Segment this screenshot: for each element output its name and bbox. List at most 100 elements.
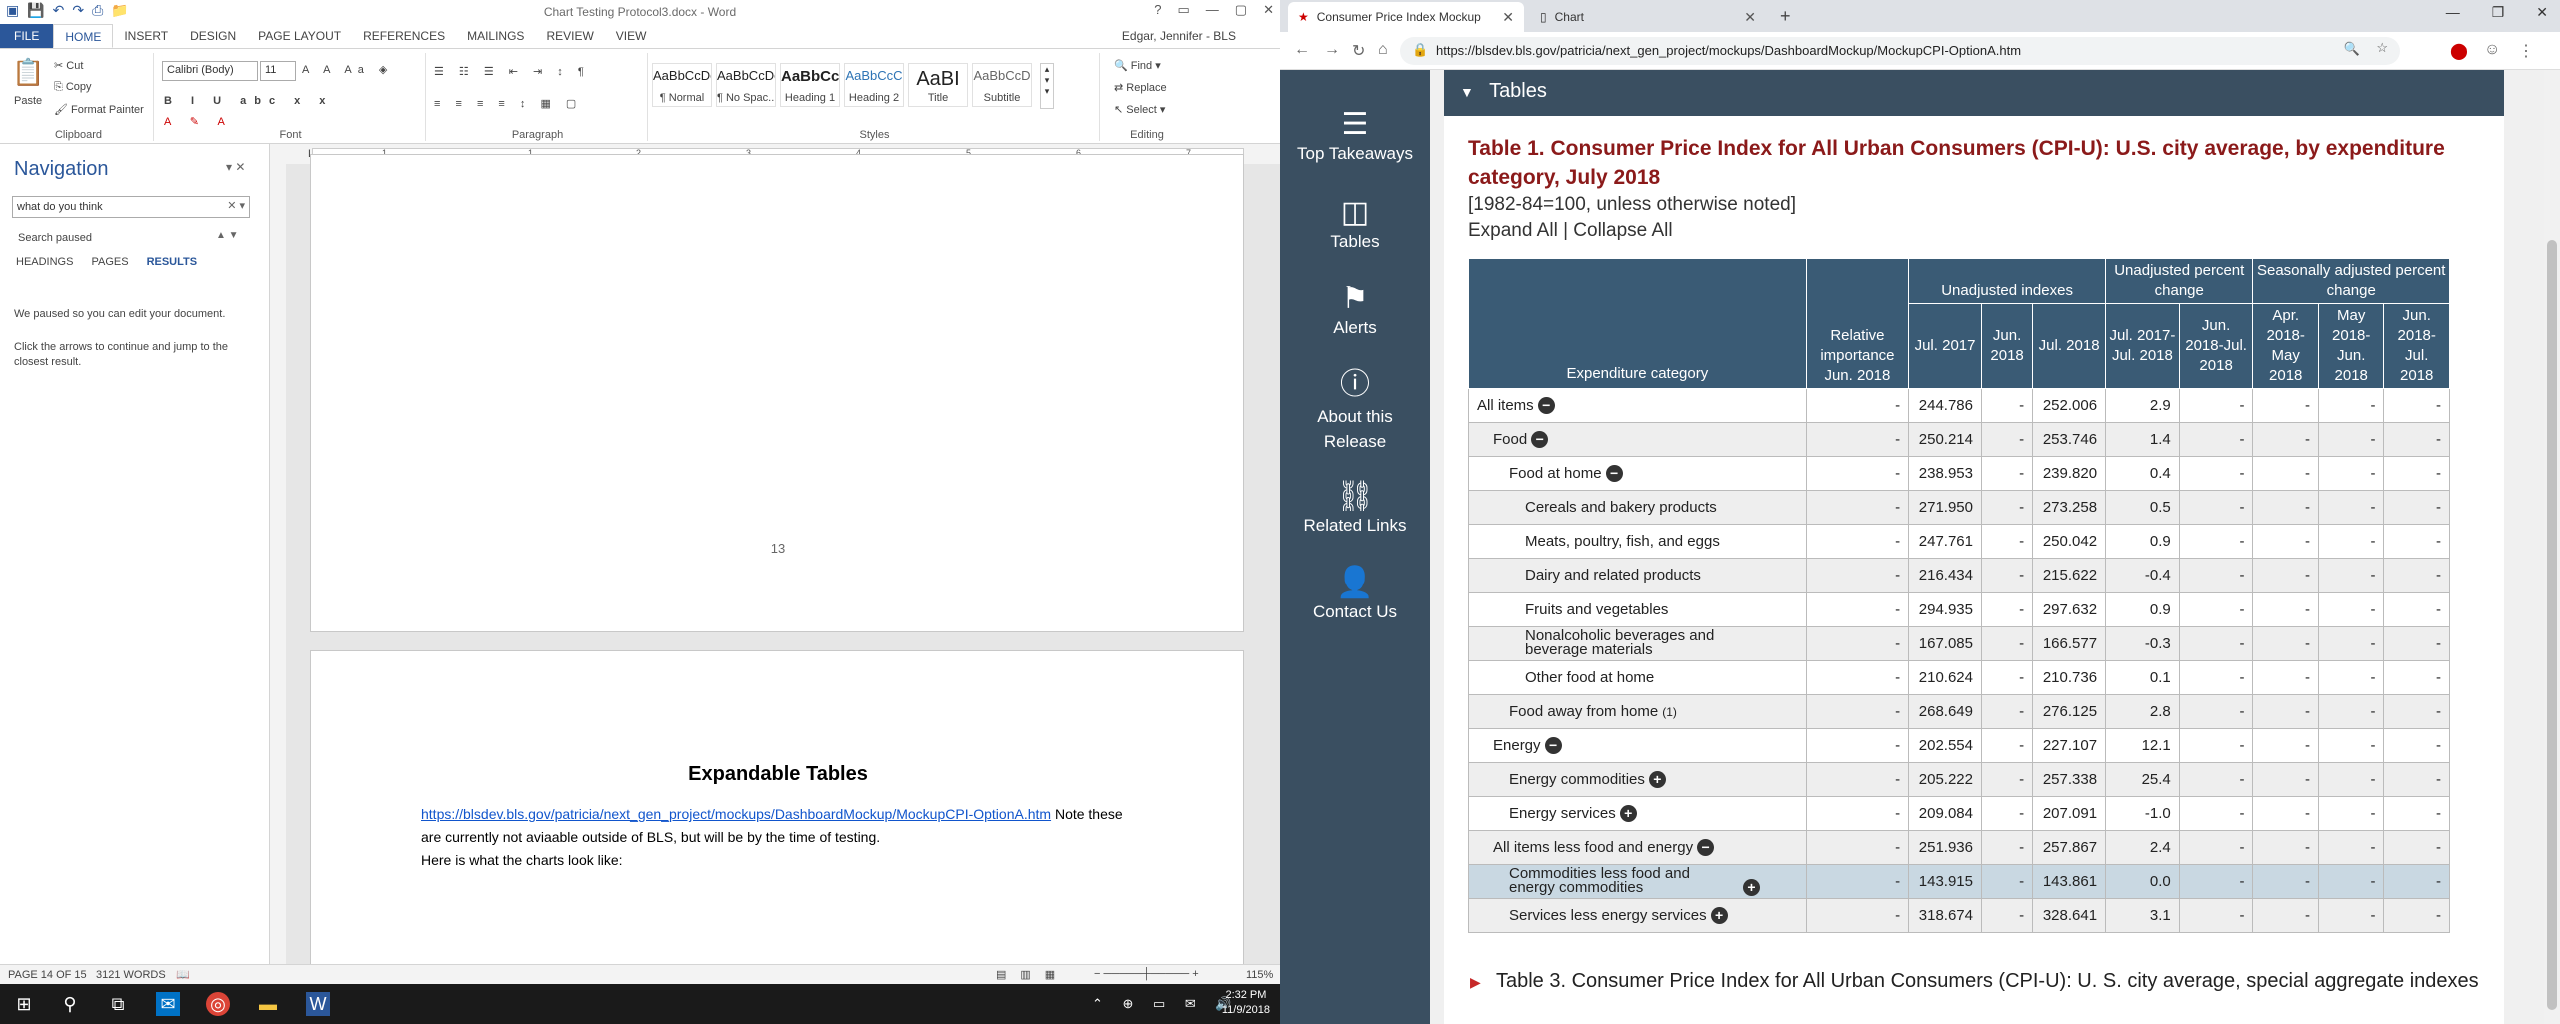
select-button[interactable]: ↖ Select ▾ (1114, 103, 1165, 116)
result-arrows[interactable]: ▲ ▼ (216, 230, 239, 241)
help-icon[interactable]: ? (1154, 2, 1161, 18)
collapse-icon[interactable]: − (1697, 839, 1715, 857)
minimize-icon[interactable]: — (1206, 2, 1219, 18)
scrollbar-thumb[interactable] (2547, 240, 2557, 1010)
browser-tab-chart[interactable]: ▯ Chart ✕ (1530, 2, 1766, 32)
sidebar-item-alerts[interactable]: ⚑ Alerts (1280, 280, 1430, 338)
tab-view[interactable]: VIEW (605, 24, 658, 48)
table-row[interactable]: Energy services + -209.084-207.091 -1.0- - - - (1468, 796, 2450, 831)
expand-icon[interactable]: + (1710, 907, 1728, 925)
footnote-marker[interactable]: (1) (1662, 705, 1677, 719)
close-icon[interactable]: ✕ (2536, 4, 2548, 21)
zoom-level[interactable]: 115% (1246, 969, 1273, 981)
word-count[interactable]: 3121 WORDS (96, 969, 166, 981)
close-tab-icon[interactable]: ✕ (1502, 9, 1514, 26)
font-format-buttons[interactable]: B I U abc x x (164, 95, 333, 107)
navigation-search-input[interactable]: what do you think ✕ ▾ (12, 196, 250, 218)
user-name[interactable]: Edgar, Jennifer - BLS (1122, 29, 1236, 43)
bookmark-star-icon[interactable]: ☆ (2376, 40, 2388, 56)
profile-icon[interactable]: ☺ (2484, 41, 2500, 59)
paste-button[interactable]: Paste (14, 95, 42, 107)
align-buttons[interactable]: ≡ ≡ ≡ ≡ ↕ ▦ ▢ (434, 97, 582, 110)
style-heading-2[interactable]: AaBbCcC Heading 2 (844, 63, 904, 107)
expand-icon[interactable]: + (1743, 879, 1760, 897)
windows-start-icon[interactable]: ⊞ (12, 992, 36, 1016)
table-row[interactable]: Commodities less food and energy commodi… (1468, 864, 2450, 899)
proofing-icon[interactable]: 📖 (176, 968, 190, 981)
document-page[interactable]: Expandable Tables https://blsdev.bls.gov… (310, 650, 1244, 980)
copy-button[interactable]: ⎘ Copy (54, 81, 92, 94)
expand-icon[interactable]: + (1619, 805, 1637, 823)
zoom-icon[interactable]: 🔍 (2344, 41, 2360, 57)
table-row[interactable]: All items less food and energy − -251.936-… (1468, 830, 2450, 865)
home-icon[interactable]: ⌂ (1378, 41, 1388, 59)
system-tray-icons[interactable]: ⌃ ⊕ ▭ ✉ 🔊 (1092, 996, 1240, 1012)
document-area[interactable]: 13 Expandable Tables https://blsdev.bls.… (286, 154, 1280, 980)
chrome-menu-icon[interactable]: ⋮ (2518, 41, 2534, 61)
ribbon-display-icon[interactable]: ▭ (1178, 2, 1190, 18)
expand-collapse-links[interactable]: Expand All | Collapse All (1468, 220, 1673, 242)
view-buttons[interactable]: ▤▥▦ (996, 968, 1069, 981)
tab-insert[interactable]: INSERT (113, 24, 179, 48)
font-size-buttons[interactable]: A A Aa ◈ (302, 63, 393, 76)
forward-icon[interactable]: → (1324, 41, 1340, 59)
tab-design[interactable]: DESIGN (179, 24, 247, 48)
collapse-icon[interactable]: − (1544, 737, 1562, 755)
nav-tab-pages[interactable]: PAGES (91, 256, 128, 268)
style-heading-1[interactable]: AaBbCc Heading 1 (780, 63, 840, 107)
address-bar[interactable]: 🔒 https://blsdev.bls.gov/patricia/next_g… (1400, 37, 2400, 65)
clear-search-icon[interactable]: ✕ ▾ (227, 199, 245, 212)
restore-icon[interactable]: ❐ (2492, 4, 2505, 21)
page-scrollbar[interactable] (2544, 70, 2560, 1024)
close-icon[interactable]: ✕ (1263, 2, 1274, 18)
task-view-icon[interactable]: ⧉ (106, 992, 130, 1016)
table-row[interactable]: Food − -250.214-253.746 1.4- - - - (1468, 422, 2450, 457)
list-buttons[interactable]: ☰ ☷ ☰ ⇤ ⇥ ↕ ¶ (434, 65, 590, 78)
table3-header[interactable]: ▶ Table 3. Consumer Price Index for All … (1470, 970, 2479, 993)
paste-icon[interactable]: 📋 (12, 57, 44, 88)
style-no-spacing[interactable]: AaBbCcDc ¶ No Spac... (716, 63, 776, 107)
new-tab-icon[interactable]: + (1780, 6, 1791, 27)
tab-references[interactable]: REFERENCES (352, 24, 456, 48)
tab-review[interactable]: REVIEW (535, 24, 604, 48)
chrome-icon[interactable]: ◎ (206, 992, 230, 1016)
reload-icon[interactable]: ↻ (1352, 41, 1365, 61)
table-row[interactable]: Services less energy services + -318.674-3… (1468, 898, 2450, 933)
back-icon[interactable]: ← (1294, 41, 1310, 59)
expand-icon[interactable]: + (1648, 771, 1666, 789)
nav-tab-results[interactable]: RESULTS (147, 256, 198, 268)
sidebar-item-about[interactable]: ⓘ About this Release (1280, 366, 1430, 454)
replace-button[interactable]: ⇄ Replace (1114, 81, 1167, 94)
table-row[interactable]: All items − -244.786-252.006 2.9- - - - (1468, 388, 2450, 423)
extension-icon[interactable]: ⬤ (2450, 41, 2468, 61)
search-icon[interactable]: ⚲ (58, 992, 82, 1016)
find-button[interactable]: 🔍 Find ▾ (1114, 59, 1161, 72)
page-count[interactable]: PAGE 14 OF 15 (8, 969, 87, 981)
collapse-icon[interactable]: − (1531, 431, 1549, 449)
sidebar-item-tables[interactable]: ◫ Tables (1280, 194, 1430, 252)
font-name-select[interactable]: Calibri (Body) (162, 61, 258, 81)
vertical-ruler[interactable] (270, 164, 286, 964)
tab-file[interactable]: FILE (0, 24, 54, 48)
sidebar-item-top-takeaways[interactable]: ☰ Top Takeaways (1280, 106, 1430, 164)
table-row[interactable]: Energy − -202.554-227.107 12.1- - - - (1468, 728, 2450, 763)
nav-tab-headings[interactable]: HEADINGS (16, 256, 73, 268)
document-page[interactable]: 13 (310, 154, 1244, 632)
format-painter-button[interactable]: 🖌 Format Painter (54, 103, 144, 116)
style-subtitle[interactable]: AaBbCcD Subtitle (972, 63, 1032, 107)
browser-tab-cpi[interactable]: ★ Consumer Price Index Mockup ✕ (1288, 2, 1524, 32)
sidebar-item-contact[interactable]: 👤 Contact Us (1280, 564, 1430, 622)
nav-pane-controls[interactable]: ▾ ✕ (226, 160, 245, 174)
close-tab-icon[interactable]: ✕ (1744, 9, 1756, 26)
zoom-slider[interactable]: − ─────┼───── + (1094, 968, 1199, 980)
styles-scroll[interactable]: ▴ ▾ ▾ (1040, 63, 1054, 109)
tab-mailings[interactable]: MAILINGS (456, 24, 535, 48)
cut-button[interactable]: ✂ Cut (54, 59, 83, 72)
font-size-select[interactable]: 11 (260, 61, 296, 81)
font-color-buttons[interactable]: A ✎ A (164, 115, 233, 128)
tab-home[interactable]: HOME (53, 24, 114, 48)
style-title[interactable]: AaBI Title (908, 63, 968, 107)
tables-section-header[interactable]: ▼ Tables (1444, 70, 2504, 116)
sidebar-item-related-links[interactable]: ⛓ Related Links (1280, 478, 1430, 536)
table-row[interactable]: Food at home − -238.953-239.820 0.4- - - - (1468, 456, 2450, 491)
